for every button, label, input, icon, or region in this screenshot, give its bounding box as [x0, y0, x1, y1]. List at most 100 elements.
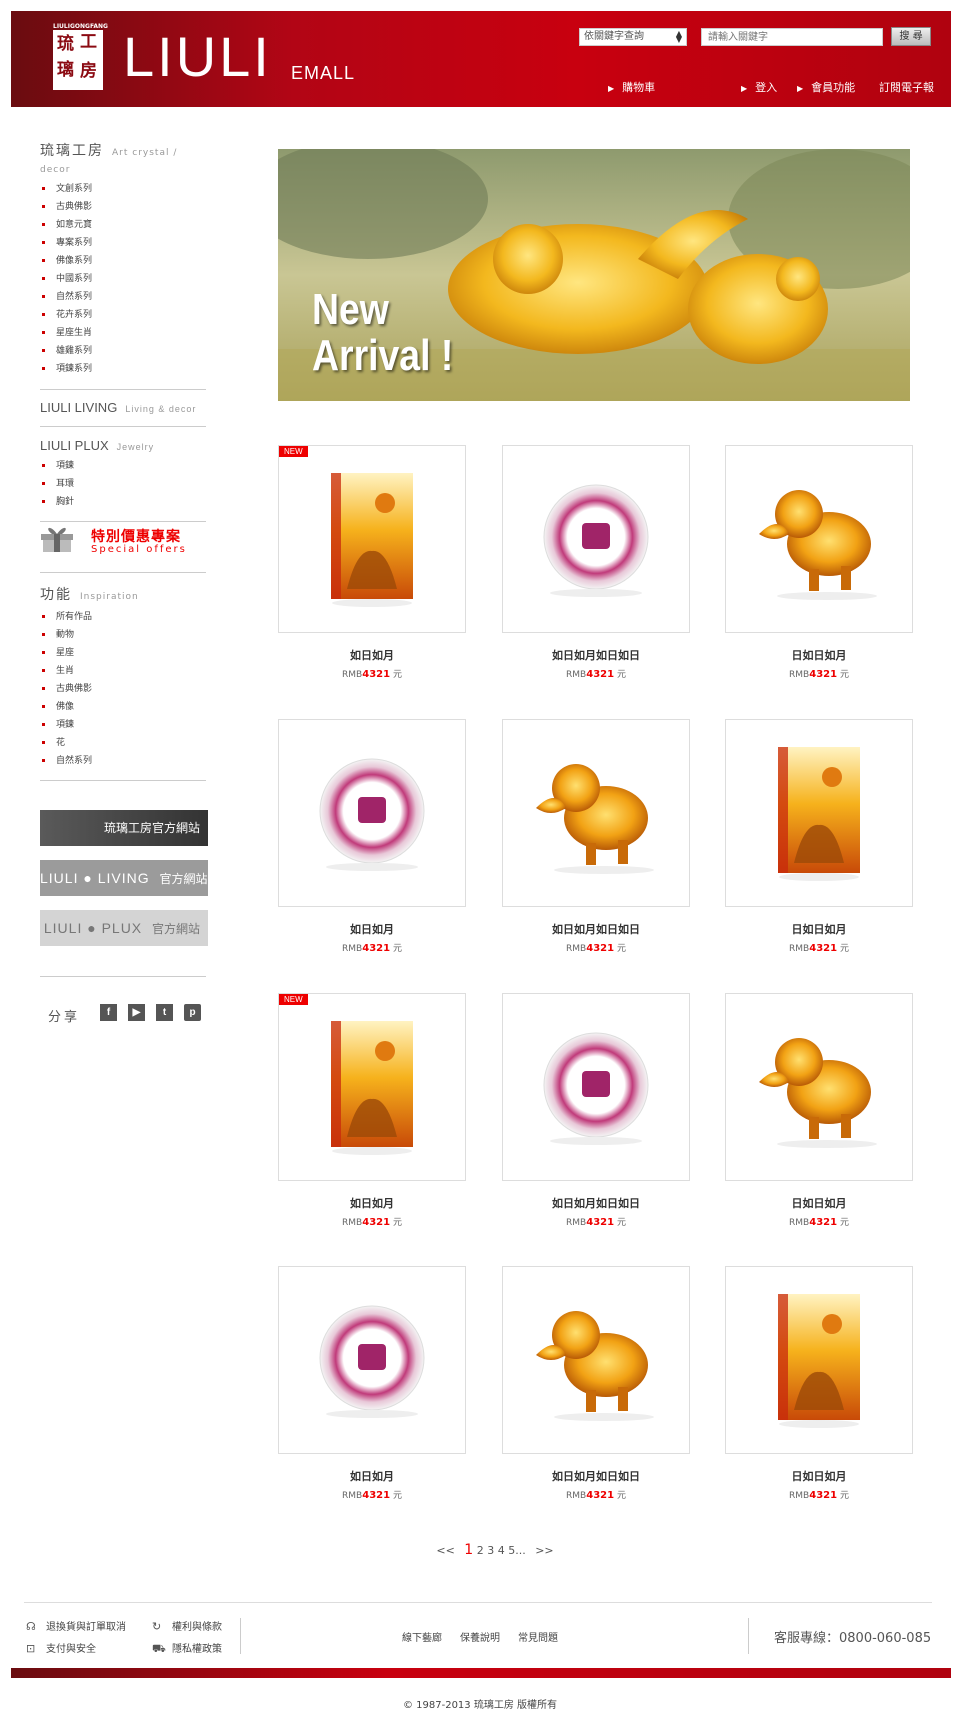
nav-cart[interactable]: ▶ 購物車 — [608, 81, 655, 96]
footer-privacy-link[interactable]: ⛟ 隱私權政策 — [152, 1640, 222, 1657]
product-image[interactable] — [725, 719, 913, 907]
new-badge: NEW — [279, 446, 308, 457]
search-button[interactable]: 搜 尋 — [891, 27, 931, 46]
product-name[interactable]: 如日如月如日如日 — [502, 1468, 690, 1484]
sidebar-item[interactable]: 項鍊系列 — [40, 360, 210, 378]
search-input[interactable] — [701, 28, 883, 46]
twitter-icon[interactable]: t — [156, 1004, 173, 1021]
footer-return-link[interactable]: ☊ 退換貨與訂單取消 — [26, 1618, 126, 1633]
product-image[interactable]: NEW — [278, 993, 466, 1181]
product-image[interactable]: NEW — [278, 445, 466, 633]
product-card[interactable]: NEW 如日如月 RMB4321 元 — [278, 445, 466, 680]
youtube-icon[interactable]: ▶ — [128, 1004, 145, 1021]
product-card[interactable]: 如日如月如日如日 RMB4321 元 — [502, 445, 690, 680]
sidebar-item[interactable]: 星座生肖 — [40, 324, 210, 342]
brand-title[interactable]: LIULI — [123, 27, 272, 87]
section-function[interactable]: 功能 Inspiration — [40, 584, 210, 604]
product-card[interactable]: 如日如月 RMB4321 元 — [278, 719, 466, 954]
product-name[interactable]: 日如日如月 — [725, 1195, 913, 1211]
product-name[interactable]: 如日如月如日如日 — [502, 647, 690, 663]
product-card[interactable]: 日如日如月 RMB4321 元 — [725, 993, 913, 1228]
product-card[interactable]: 如日如月如日如日 RMB4321 元 — [502, 1266, 690, 1501]
sidebar-item[interactable]: 星座 — [40, 644, 210, 662]
section-living[interactable]: LIULI LIVING Living & decor — [40, 400, 210, 415]
product-image[interactable] — [725, 993, 913, 1181]
product-card[interactable]: 日如日如月 RMB4321 元 — [725, 445, 913, 680]
product-image[interactable] — [502, 1266, 690, 1454]
special-offers-link[interactable]: 特別價惠專案 Special offers — [40, 520, 210, 560]
product-card[interactable]: 如日如月如日如日 RMB4321 元 — [502, 719, 690, 954]
sidebar-item[interactable]: 古典佛影 — [40, 680, 210, 698]
sidebar-item[interactable]: 如意元寶 — [40, 216, 210, 234]
sidebar-item[interactable]: 項鍊 — [40, 457, 210, 475]
sidebar-item[interactable]: 花卉系列 — [40, 306, 210, 324]
sidebar-item[interactable]: 中國系列 — [40, 270, 210, 288]
product-name[interactable]: 如日如月 — [278, 647, 466, 663]
footer-return-label: 退換貨與訂單取消 — [46, 1622, 126, 1633]
sidebar-item[interactable]: 胸針 — [40, 493, 210, 511]
search-category-select[interactable]: 依關鍵字查詢 ▲ ▼ — [579, 28, 687, 46]
product-card[interactable]: 日如日如月 RMB4321 元 — [725, 719, 913, 954]
sidebar-item[interactable]: 古典佛影 — [40, 198, 210, 216]
nav-member[interactable]: ▶ 會員功能 — [797, 81, 855, 96]
product-name[interactable]: 如日如月 — [278, 1468, 466, 1484]
section-plux[interactable]: LIULI PLUX Jewelry — [40, 438, 210, 453]
brand-subtitle: EMALL — [291, 63, 356, 83]
liuli-living-site-button[interactable]: LIULI ● LIVING 官方網站 — [40, 860, 208, 896]
sidebar-item[interactable]: 花 — [40, 734, 210, 752]
sidebar-item[interactable]: 生肖 — [40, 662, 210, 680]
product-name[interactable]: 如日如月 — [278, 921, 466, 937]
official-site-button[interactable]: 琉璃工房官方網站 — [40, 810, 208, 846]
updown-arrow-icon: ▲ ▼ — [675, 29, 682, 44]
product-image[interactable] — [502, 445, 690, 633]
product-card[interactable]: 日如日如月 RMB4321 元 — [725, 1266, 913, 1501]
sidebar-item[interactable]: 文創系列 — [40, 180, 210, 198]
footer-separator — [748, 1618, 749, 1654]
sidebar-item[interactable]: 佛像 — [40, 698, 210, 716]
pagination-prev[interactable]: << — [436, 1544, 454, 1557]
sidebar-item[interactable]: 項鍊 — [40, 716, 210, 734]
product-name[interactable]: 如日如月如日如日 — [502, 1195, 690, 1211]
sidebar-item[interactable]: 動物 — [40, 626, 210, 644]
footer-stores-link[interactable]: 線下藝廊 — [402, 1629, 442, 1644]
product-name[interactable]: 如日如月 — [278, 1195, 466, 1211]
footer-care-link[interactable]: 保養說明 — [460, 1629, 500, 1644]
sidebar-item[interactable]: 雄雞系列 — [40, 342, 210, 360]
sidebar-item[interactable]: 所有作品 — [40, 608, 210, 626]
sidebar-item[interactable]: 自然系列 — [40, 752, 210, 770]
price-unit: 元 — [392, 670, 402, 680]
product-image[interactable] — [725, 1266, 913, 1454]
product-card[interactable]: 如日如月如日如日 RMB4321 元 — [502, 993, 690, 1228]
pagination-pages[interactable]: 2 3 4 5 — [477, 1544, 515, 1557]
footer-faq-link[interactable]: 常見問題 — [518, 1629, 558, 1644]
footer-rights-link[interactable]: ↻ 權利與條款 — [152, 1618, 222, 1633]
sidebar-item[interactable]: 自然系列 — [40, 288, 210, 306]
product-card[interactable]: NEW 如日如月 RMB4321 元 — [278, 993, 466, 1228]
product-image[interactable] — [502, 993, 690, 1181]
nav-login[interactable]: ▶ 登入 — [741, 81, 777, 96]
product-card[interactable]: 如日如月 RMB4321 元 — [278, 1266, 466, 1501]
logo[interactable]: LIULIGONGFANG 琉 工 璃 房 — [53, 23, 108, 90]
product-image[interactable] — [502, 719, 690, 907]
art-category-list: 文創系列 古典佛影 如意元寶 專案系列 佛像系列 中國系列 自然系列 花卉系列 星座生肖 雄雞系列… — [40, 180, 210, 378]
product-image[interactable] — [278, 1266, 466, 1454]
product-name[interactable]: 日如日如月 — [725, 921, 913, 937]
nav-newsletter[interactable]: 訂閱電子報 — [879, 81, 934, 95]
section-art[interactable]: 琉璃工房 Art crystal / decor — [40, 140, 210, 176]
liuli-plux-site-button[interactable]: LIULI ● PLUX 官方網站 — [40, 910, 208, 946]
product-name[interactable]: 日如日如月 — [725, 1468, 913, 1484]
pagination-current[interactable]: 1 — [464, 1542, 473, 1558]
product-price: RMB4321 元 — [502, 667, 690, 680]
footer-payment-link[interactable]: ⊡ 支付與安全 — [26, 1640, 96, 1655]
facebook-icon[interactable]: f — [100, 1004, 117, 1021]
product-image[interactable] — [278, 719, 466, 907]
sidebar-item[interactable]: 耳環 — [40, 475, 210, 493]
product-name[interactable]: 日如日如月 — [725, 647, 913, 663]
sidebar-item[interactable]: 佛像系列 — [40, 252, 210, 270]
new-arrival-banner[interactable]: New Arrival ! — [278, 149, 910, 401]
product-image[interactable] — [725, 445, 913, 633]
pinterest-icon[interactable]: p — [184, 1004, 201, 1021]
sidebar-item[interactable]: 專案系列 — [40, 234, 210, 252]
product-name[interactable]: 如日如月如日如日 — [502, 921, 690, 937]
pagination-next[interactable]: >> — [535, 1544, 553, 1557]
